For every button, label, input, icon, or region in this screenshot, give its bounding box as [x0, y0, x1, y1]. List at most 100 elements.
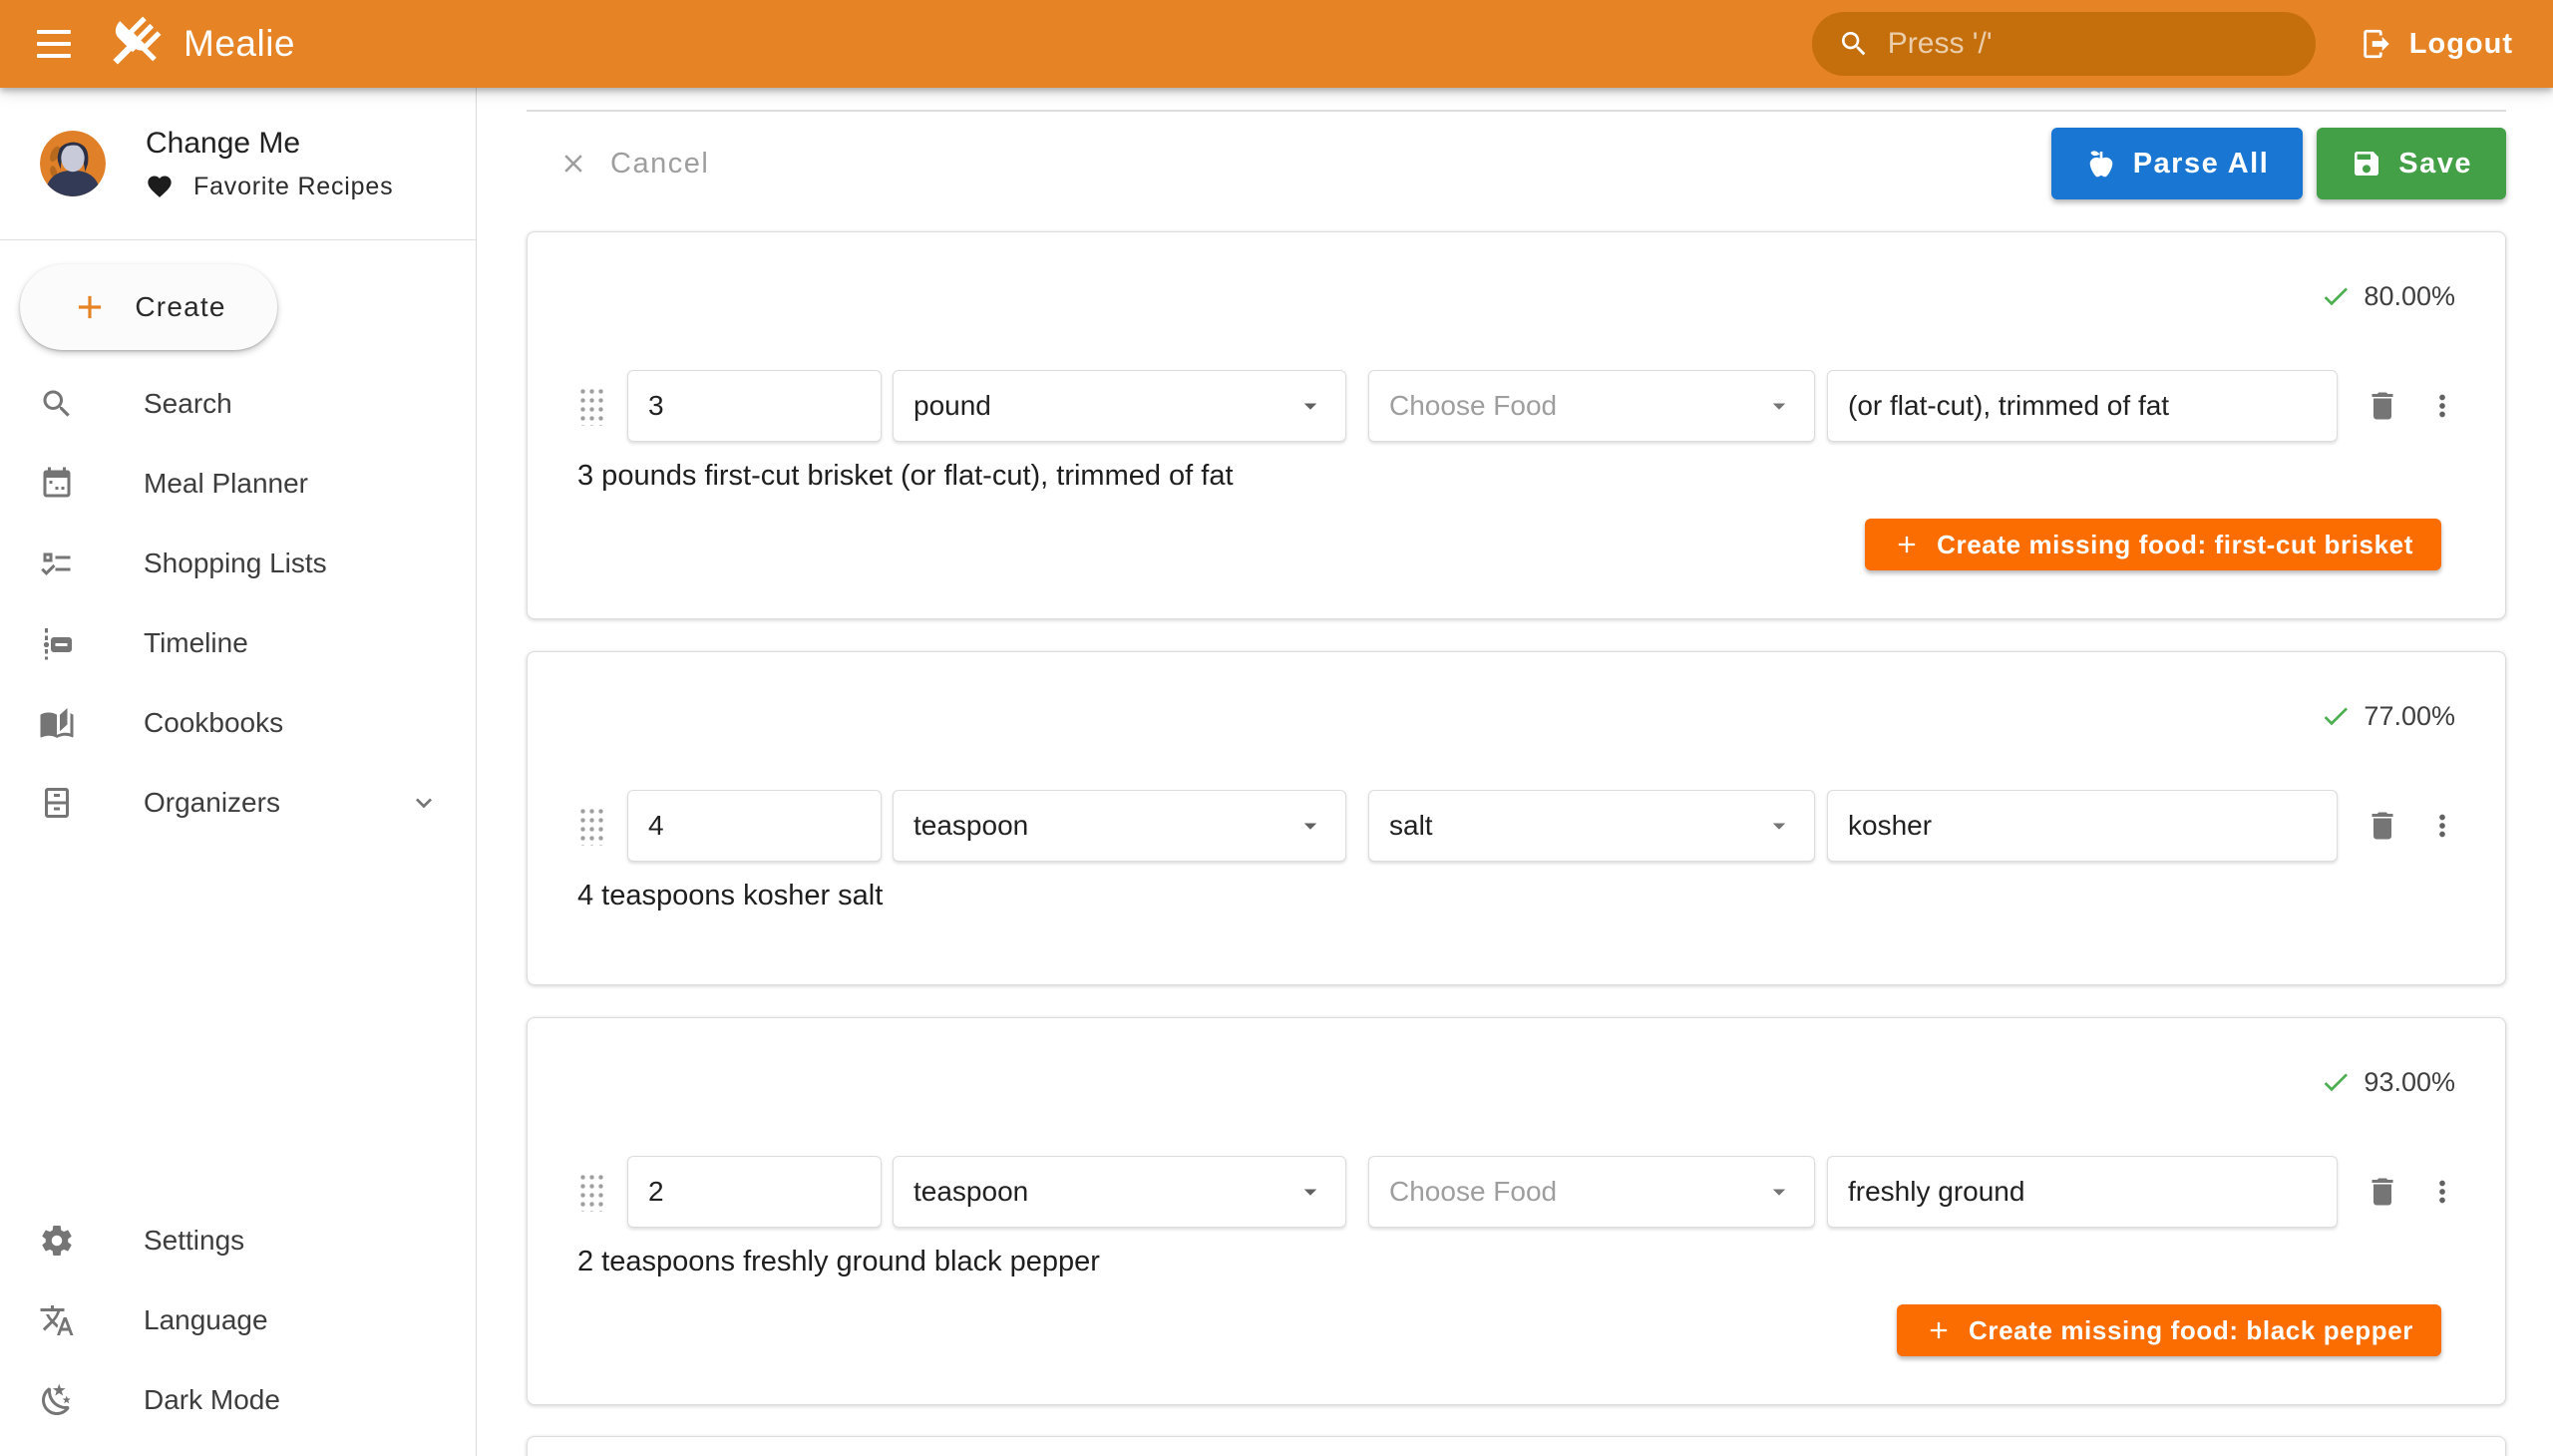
confidence-value: 77.00% — [2364, 701, 2455, 732]
note-input[interactable] — [1848, 810, 2317, 842]
sidebar-item-meal-planner[interactable]: Meal Planner — [0, 444, 476, 524]
moon-stars-icon — [38, 1381, 76, 1419]
unit-select-value: teaspoon — [913, 1176, 1028, 1208]
food-select[interactable]: Choose Food — [1368, 1156, 1815, 1228]
sidebar: Change Me Favorite Recipes Create — [0, 88, 477, 1456]
ingredient-input-row: pound Choose Food — [577, 370, 2465, 442]
food-select-value: Choose Food — [1389, 390, 1557, 422]
sidebar-nav: Search Meal Planner Shopping Lists Timel… — [0, 364, 476, 843]
food-select-value: salt — [1389, 810, 1433, 842]
user-name: Change Me — [146, 127, 393, 161]
sidebar-item-timeline[interactable]: Timeline — [0, 603, 476, 683]
create-missing-food-button[interactable]: Create missing food: black pepper — [1897, 1304, 2441, 1356]
unit-select[interactable]: teaspoon — [893, 790, 1346, 862]
parse-all-button[interactable]: Parse All — [2051, 128, 2304, 199]
ingredient-list: 80.00% pound Choose Food — [527, 231, 2506, 1405]
favorite-recipes-link[interactable]: Favorite Recipes — [146, 173, 393, 201]
quantity-field — [627, 370, 882, 442]
check-icon — [2320, 280, 2352, 312]
save-icon — [2351, 148, 2382, 180]
delete-button[interactable] — [2360, 383, 2405, 429]
logout-icon — [2360, 27, 2393, 61]
food-select[interactable]: Choose Food — [1368, 370, 1815, 442]
ingredient-card-partial — [527, 1436, 2506, 1456]
calendar-icon — [38, 465, 76, 503]
note-field — [1827, 1156, 2338, 1228]
sidebar-item-organizers[interactable]: Organizers — [0, 763, 476, 843]
sidebar-item-settings[interactable]: Settings — [0, 1201, 476, 1280]
more-options-button[interactable] — [2419, 383, 2465, 429]
sidebar-divider — [0, 239, 476, 240]
main-content: Cancel Parse All Save — [477, 88, 2553, 1456]
trash-icon — [2372, 813, 2393, 840]
checklist-icon — [38, 545, 76, 582]
cancel-label: Cancel — [610, 148, 709, 181]
sidebar-item-search[interactable]: Search — [0, 364, 476, 444]
original-ingredient-text: 2 teaspoons freshly ground black pepper — [577, 1246, 2505, 1278]
note-input[interactable] — [1848, 390, 2317, 422]
plus-icon — [71, 288, 109, 326]
sidebar-item-language[interactable]: Language — [0, 1280, 476, 1360]
more-options-button[interactable] — [2419, 1169, 2465, 1215]
plus-icon — [1893, 531, 1921, 558]
trash-icon — [2372, 1179, 2393, 1206]
quantity-field — [627, 790, 882, 862]
menu-button[interactable] — [22, 12, 86, 76]
sidebar-item-dark-mode[interactable]: Dark Mode — [0, 1360, 476, 1440]
ingredient-card: 80.00% pound Choose Food — [527, 231, 2506, 619]
food-select[interactable]: salt — [1368, 790, 1815, 862]
mealie-logo-icon — [102, 12, 166, 76]
confidence-row: 77.00% — [528, 652, 2505, 732]
ingredient-input-row: teaspoon salt — [577, 790, 2465, 862]
quantity-input[interactable] — [648, 810, 861, 842]
sidebar-item-shopping-lists[interactable]: Shopping Lists — [0, 524, 476, 603]
favorite-recipes-label: Favorite Recipes — [193, 173, 393, 201]
book-open-icon — [38, 704, 76, 742]
check-icon — [2320, 1066, 2352, 1098]
content-top-divider — [527, 110, 2506, 112]
save-label: Save — [2398, 148, 2472, 181]
logout-label: Logout — [2409, 28, 2513, 61]
drag-handle-icon[interactable] — [577, 386, 603, 426]
unit-select[interactable]: teaspoon — [893, 1156, 1346, 1228]
create-missing-food-button[interactable]: Create missing food: first-cut brisket — [1865, 519, 2441, 570]
unit-select[interactable]: pound — [893, 370, 1346, 442]
caret-down-icon — [1295, 1177, 1325, 1207]
search-input[interactable] — [1888, 27, 2290, 61]
caret-down-icon — [1764, 811, 1794, 841]
create-button[interactable]: Create — [20, 264, 277, 350]
chevron-down-icon — [408, 787, 440, 819]
apple-icon — [2085, 148, 2117, 180]
logout-button[interactable]: Logout — [2360, 27, 2513, 61]
drag-handle-icon[interactable] — [577, 806, 603, 846]
cancel-button[interactable]: Cancel — [558, 148, 709, 181]
kebab-icon — [2439, 815, 2445, 838]
file-cabinet-icon — [38, 784, 76, 822]
food-select-value: Choose Food — [1389, 1176, 1557, 1208]
avatar — [40, 131, 106, 196]
ingredient-card: 77.00% teaspoon salt — [527, 651, 2506, 985]
quantity-input[interactable] — [648, 390, 861, 422]
save-button[interactable]: Save — [2317, 128, 2506, 199]
drag-handle-icon[interactable] — [577, 1172, 603, 1212]
sidebar-item-cookbooks[interactable]: Cookbooks — [0, 683, 476, 763]
ingredient-input-row: teaspoon Choose Food — [577, 1156, 2465, 1228]
create-label: Create — [135, 291, 225, 323]
sidebar-footer: Settings Language Dark Mode — [0, 1201, 476, 1456]
magnify-icon — [38, 385, 76, 423]
quantity-input[interactable] — [648, 1176, 861, 1208]
user-profile[interactable]: Change Me Favorite Recipes — [0, 88, 476, 239]
delete-button[interactable] — [2360, 803, 2405, 849]
create-missing-food-label: Create missing food: first-cut brisket — [1937, 530, 2413, 560]
delete-button[interactable] — [2360, 1169, 2405, 1215]
search-bar[interactable] — [1812, 12, 2316, 76]
note-input[interactable] — [1848, 1176, 2317, 1208]
app-title: Mealie — [183, 23, 295, 65]
caret-down-icon — [1764, 1177, 1794, 1207]
gear-icon — [38, 1222, 76, 1260]
caret-down-icon — [1295, 391, 1325, 421]
quantity-field — [627, 1156, 882, 1228]
more-options-button[interactable] — [2419, 803, 2465, 849]
create-missing-food-label: Create missing food: black pepper — [1969, 1315, 2413, 1346]
original-ingredient-text: 4 teaspoons kosher salt — [577, 880, 2505, 912]
